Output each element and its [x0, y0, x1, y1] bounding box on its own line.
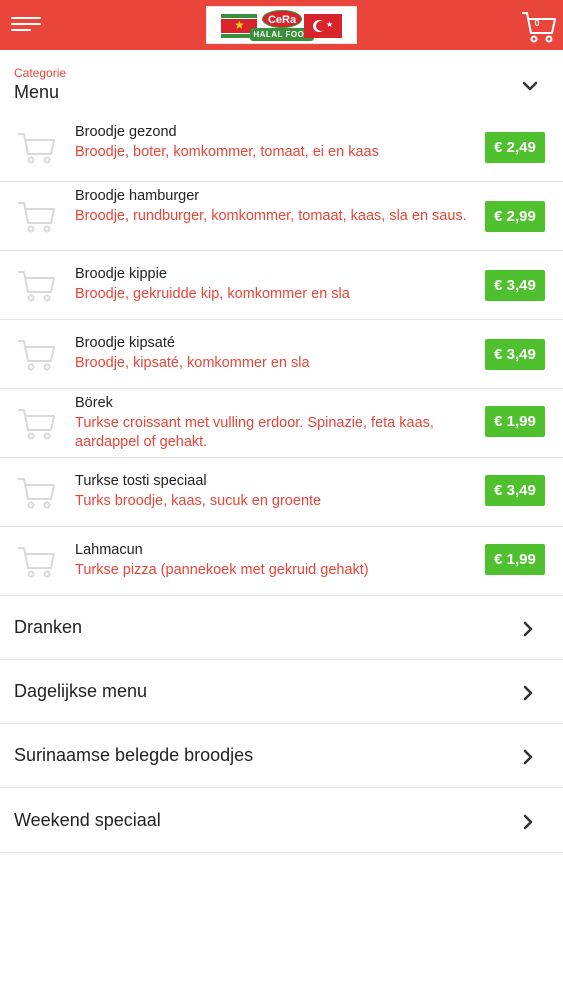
price-button[interactable]: € 3,49 [485, 475, 545, 506]
menu-item[interactable]: Broodje kipsaté Broodje, kipsaté, komkomm… [0, 320, 563, 389]
shopping-cart-icon [18, 478, 55, 509]
price-button[interactable]: € 1,99 [485, 544, 545, 575]
item-name: Broodje gezond [75, 124, 177, 140]
category-row[interactable]: Dagelijkse menu [0, 660, 563, 724]
logo-name: CeRa [262, 10, 302, 28]
category-row-label: Dranken [14, 617, 83, 637]
category-row[interactable]: Weekend speciaal [0, 789, 563, 853]
item-name: Turkse tosti speciaal [75, 473, 207, 489]
shopping-cart-icon [18, 202, 55, 233]
shopping-cart-icon [18, 340, 55, 371]
item-description: Broodje, kipsaté, komkommer en sla [75, 355, 310, 371]
category-row-label: Dagelijkse menu [14, 681, 148, 701]
menu-item[interactable]: Broodje gezond Broodje, boter, komkommer,… [0, 113, 563, 182]
add-to-cart-button[interactable] [16, 336, 58, 372]
menu-item[interactable]: Börek Turkse croissant met vulling erdoor… [0, 389, 563, 458]
add-to-cart-button[interactable] [16, 129, 58, 165]
chevron-right-icon [523, 749, 533, 765]
item-description: Broodje, rundburger, komkommer, tomaat, … [75, 208, 467, 224]
add-to-cart-button[interactable] [16, 267, 58, 303]
shopping-cart-icon [18, 133, 55, 164]
category-label: Categorie [14, 66, 67, 80]
item-name: Broodje hamburger [75, 188, 200, 204]
item-name: Lahmacun [75, 542, 143, 558]
item-description: Turkse pizza (pannekoek met gekruid geha… [75, 562, 369, 578]
category-row-label: Surinaamse belegde broodjes [14, 745, 254, 765]
category-menu-header[interactable]: Categorie Menu [0, 64, 563, 110]
add-to-cart-button[interactable] [16, 405, 58, 441]
price-button[interactable]: € 2,99 [485, 201, 545, 232]
category-row-label: Weekend speciaal [14, 810, 161, 830]
item-description: Broodje, gekruidde kip, komkommer en sla [75, 286, 350, 302]
top-bar: CeRa HALAL FOOD ★ 0 [0, 0, 563, 50]
add-to-cart-button[interactable] [16, 198, 58, 234]
shopping-cart-icon [18, 547, 55, 578]
category-row[interactable]: Dranken [0, 596, 563, 660]
price-button[interactable]: € 3,49 [485, 339, 545, 370]
chevron-right-icon [523, 814, 533, 830]
menu-item[interactable]: Lahmacun Turkse pizza (pannekoek met gekr… [0, 527, 563, 596]
chevron-right-icon [523, 685, 533, 701]
price-button[interactable]: € 2,49 [485, 132, 545, 163]
menu-item[interactable]: Broodje kippie Broodje, gekruidde kip, ko… [0, 251, 563, 320]
category-name: Menu [14, 82, 60, 102]
shopping-cart-icon [18, 271, 55, 302]
cart-count-badge: 0 [534, 18, 540, 28]
price-button[interactable]: € 3,49 [485, 270, 545, 301]
menu-item[interactable]: Broodje hamburger Broodje, rundburger, ko… [0, 182, 563, 251]
category-row[interactable]: Surinaamse belegde broodjes [0, 724, 563, 788]
item-name: Broodje kipsaté [75, 335, 175, 351]
hamburger-menu-icon[interactable] [8, 12, 44, 38]
turkey-flag-icon: ★ [304, 14, 342, 38]
item-description: Turkse croissant met vulling erdoor. Spi… [75, 415, 434, 450]
item-description: Broodje, boter, komkommer, tomaat, ei en… [75, 144, 379, 160]
chevron-down-icon [522, 81, 538, 91]
logo[interactable]: CeRa HALAL FOOD ★ [206, 6, 357, 44]
chevron-right-icon [523, 621, 533, 637]
item-name: Broodje kippie [75, 266, 167, 282]
item-description: Turks broodje, kaas, sucuk en groente [75, 493, 322, 509]
shopping-cart-icon [18, 409, 55, 440]
add-to-cart-button[interactable] [16, 474, 58, 510]
add-to-cart-button[interactable] [16, 543, 58, 579]
menu-item[interactable]: Turkse tosti speciaal Turks broodje, kaas… [0, 458, 563, 527]
item-name: Börek [75, 395, 113, 411]
price-button[interactable]: € 1,99 [485, 406, 545, 437]
